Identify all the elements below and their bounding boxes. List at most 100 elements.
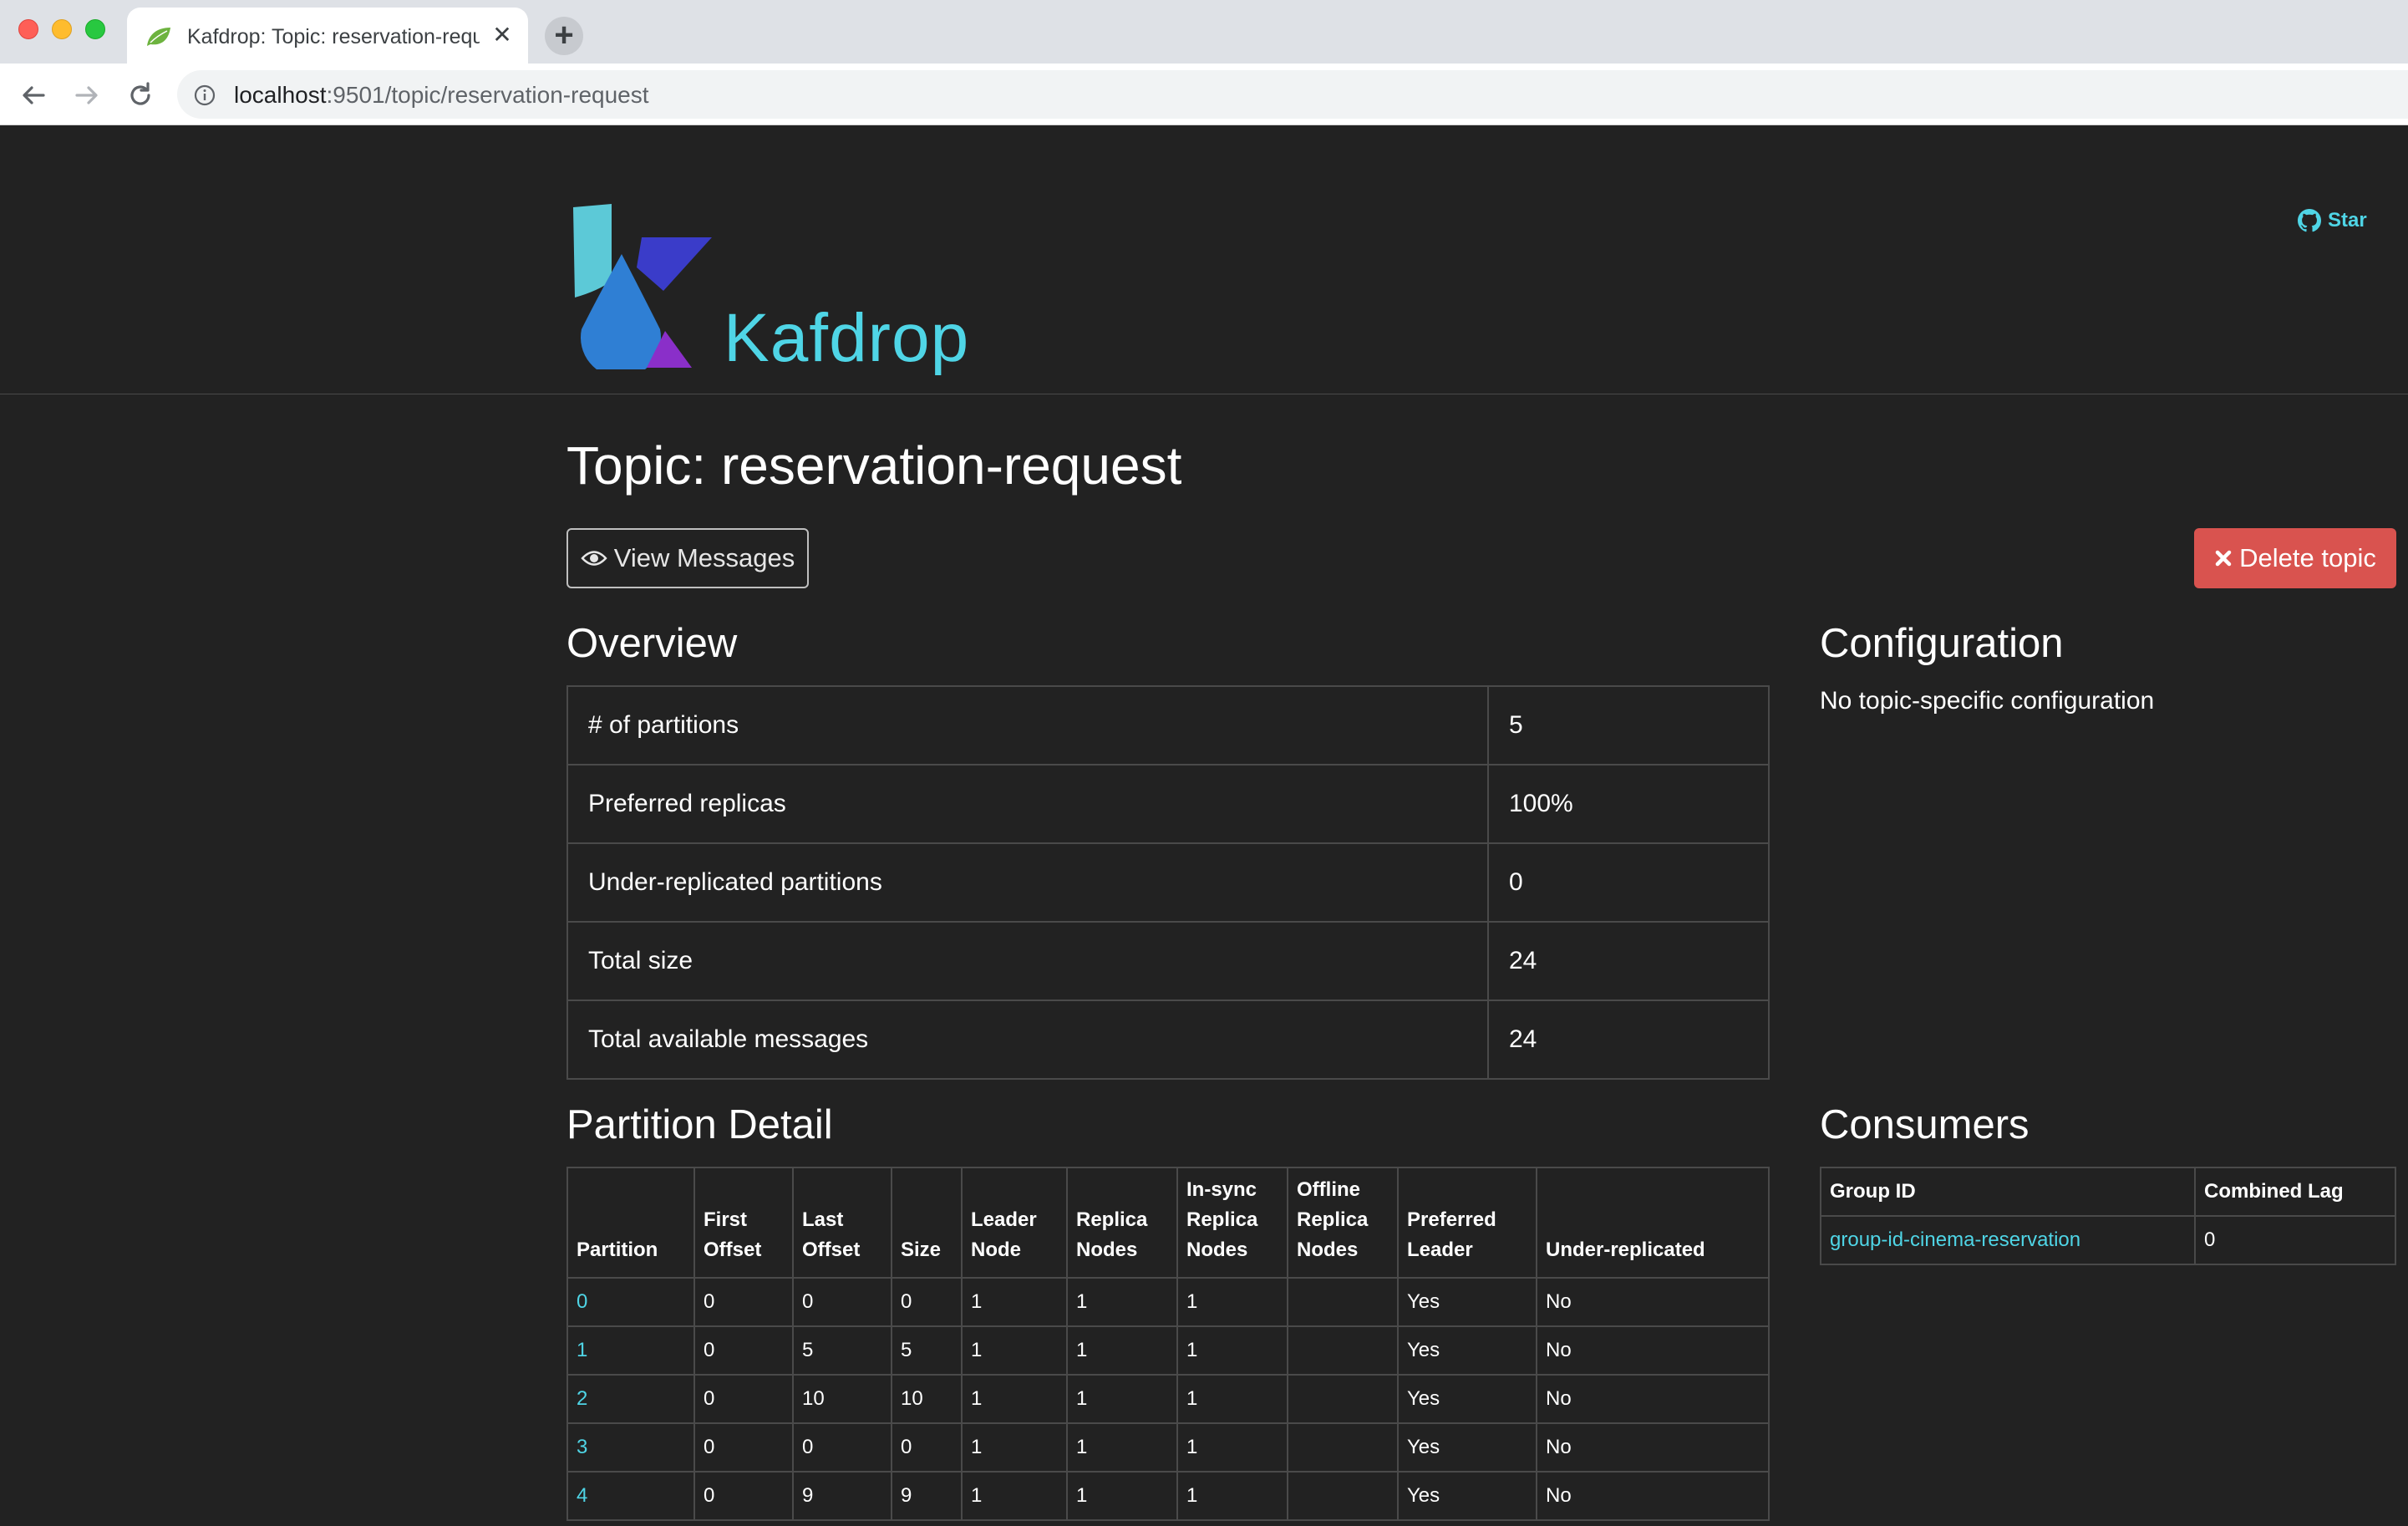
column-header: Under-replicated [1536, 1167, 1770, 1279]
partition-detail-table: Partition First Offset Last Offset Size … [566, 1167, 1770, 1521]
table-cell: 0 [891, 1277, 963, 1327]
overview-label: Under-replicated partitions [566, 842, 1489, 923]
table-cell: 1 [961, 1325, 1068, 1376]
table-row: 1 0 5 5 1 1 1 Yes No [566, 1325, 1770, 1376]
table-cell: 0 [693, 1374, 794, 1424]
table-cell: 0 [891, 1422, 963, 1473]
partition-link[interactable]: 0 [566, 1277, 695, 1327]
partition-link[interactable]: 4 [566, 1471, 695, 1521]
table-header-row: Group ID Combined Lag [1820, 1167, 2396, 1217]
table-cell: 1 [961, 1422, 1068, 1473]
tab-title: Kafdrop: Topic: reservation-request [187, 25, 480, 48]
table-cell: Yes [1397, 1422, 1537, 1473]
reload-icon[interactable] [124, 79, 157, 112]
table-cell: 1 [961, 1277, 1068, 1327]
table-cell [1287, 1422, 1399, 1473]
table-cell: 5 [891, 1325, 963, 1376]
table-row: Under-replicated partitions 0 [566, 842, 1770, 923]
consumer-group-link[interactable]: group-id-cinema-reservation [1820, 1215, 2196, 1265]
close-icon [2215, 550, 2232, 567]
address-bar[interactable]: localhost:9501/topic/reservation-request [177, 70, 2408, 119]
url-path: :9501/topic/reservation-request [326, 82, 649, 108]
table-row: 4 0 9 9 1 1 1 Yes No [566, 1471, 1770, 1521]
table-cell: 1 [1066, 1325, 1178, 1376]
overview-label: Total size [566, 921, 1489, 1001]
eye-icon [581, 551, 607, 566]
overview-table: # of partitions 5 Preferred replicas 100… [566, 685, 1770, 1080]
overview-value: 0 [1487, 842, 1770, 923]
browser-tab[interactable]: Kafdrop: Topic: reservation-request ✕ [127, 8, 528, 64]
consumers-heading: Consumers [1820, 1102, 2030, 1147]
column-header: Replica Nodes [1066, 1167, 1178, 1279]
table-cell [1287, 1325, 1399, 1376]
overview-value: 24 [1487, 921, 1770, 1001]
table-cell: 1 [1066, 1471, 1178, 1521]
tab-close-icon[interactable]: ✕ [488, 21, 516, 49]
consumers-table: Group ID Combined Lag group-id-cinema-re… [1820, 1167, 2396, 1265]
info-icon[interactable] [194, 84, 216, 106]
kafdrop-logo-icon[interactable] [573, 204, 715, 369]
delete-topic-button[interactable]: Delete topic [2194, 528, 2396, 588]
view-messages-button[interactable]: View Messages [566, 528, 809, 588]
column-header: Leader Node [961, 1167, 1068, 1279]
brand-name[interactable]: Kafdrop [724, 299, 969, 378]
table-cell: 1 [1176, 1374, 1288, 1424]
table-cell: Yes [1397, 1277, 1537, 1327]
table-cell: 10 [891, 1374, 963, 1424]
table-cell: 1 [1066, 1422, 1178, 1473]
table-row: 2 0 10 10 1 1 1 Yes No [566, 1374, 1770, 1424]
browser-tab-bar: Kafdrop: Topic: reservation-request ✕ + [0, 0, 2408, 64]
page-title: Topic: reservation-request [566, 435, 1182, 496]
table-cell: 9 [792, 1471, 892, 1521]
github-star-link[interactable]: Star [2298, 209, 2367, 232]
table-cell: 1 [961, 1374, 1068, 1424]
window-close-button[interactable] [18, 19, 38, 39]
url-text: localhost:9501/topic/reservation-request [234, 82, 649, 109]
window-zoom-button[interactable] [85, 19, 105, 39]
table-cell: Yes [1397, 1374, 1537, 1424]
table-cell: 5 [792, 1325, 892, 1376]
overview-heading: Overview [566, 621, 738, 666]
table-cell: 1 [1066, 1277, 1178, 1327]
table-row: 0 0 0 0 1 1 1 Yes No [566, 1277, 1770, 1327]
table-cell [1287, 1277, 1399, 1327]
table-cell: Yes [1397, 1325, 1537, 1376]
column-header: Partition [566, 1167, 695, 1279]
table-cell: 1 [1176, 1422, 1288, 1473]
table-cell: Yes [1397, 1471, 1537, 1521]
table-cell: 10 [792, 1374, 892, 1424]
partition-link[interactable]: 1 [566, 1325, 695, 1376]
view-messages-label: View Messages [613, 543, 795, 572]
configuration-text: No topic-specific configuration [1820, 687, 2155, 715]
table-row: Total size 24 [566, 921, 1770, 1001]
table-row: Preferred replicas 100% [566, 764, 1770, 844]
table-cell: 9 [891, 1471, 963, 1521]
spring-leaf-icon [147, 28, 170, 46]
overview-value: 5 [1487, 685, 1770, 766]
partition-link[interactable]: 2 [566, 1374, 695, 1424]
partition-link[interactable]: 3 [566, 1422, 695, 1473]
table-cell: No [1536, 1325, 1770, 1376]
column-header: Preferred Leader [1397, 1167, 1537, 1279]
new-tab-button[interactable]: + [545, 17, 583, 55]
table-cell: No [1536, 1374, 1770, 1424]
table-row: 3 0 0 0 1 1 1 Yes No [566, 1422, 1770, 1473]
column-header: Last Offset [792, 1167, 892, 1279]
table-cell: 1 [1176, 1277, 1288, 1327]
column-header: Combined Lag [2194, 1167, 2396, 1217]
table-cell: 0 [792, 1422, 892, 1473]
table-cell: 0 [792, 1277, 892, 1327]
forward-arrow-icon[interactable] [70, 79, 104, 112]
table-cell: No [1536, 1277, 1770, 1327]
table-cell [1287, 1374, 1399, 1424]
browser-toolbar: localhost:9501/topic/reservation-request [0, 64, 2408, 125]
window-minimize-button[interactable] [52, 19, 72, 39]
column-header: Size [891, 1167, 963, 1279]
back-arrow-icon[interactable] [17, 79, 50, 112]
overview-value: 24 [1487, 1000, 1770, 1080]
table-cell: 0 [693, 1277, 794, 1327]
table-cell: 0 [693, 1422, 794, 1473]
table-cell: 0 [693, 1325, 794, 1376]
table-cell: No [1536, 1471, 1770, 1521]
overview-label: Total available messages [566, 1000, 1489, 1080]
